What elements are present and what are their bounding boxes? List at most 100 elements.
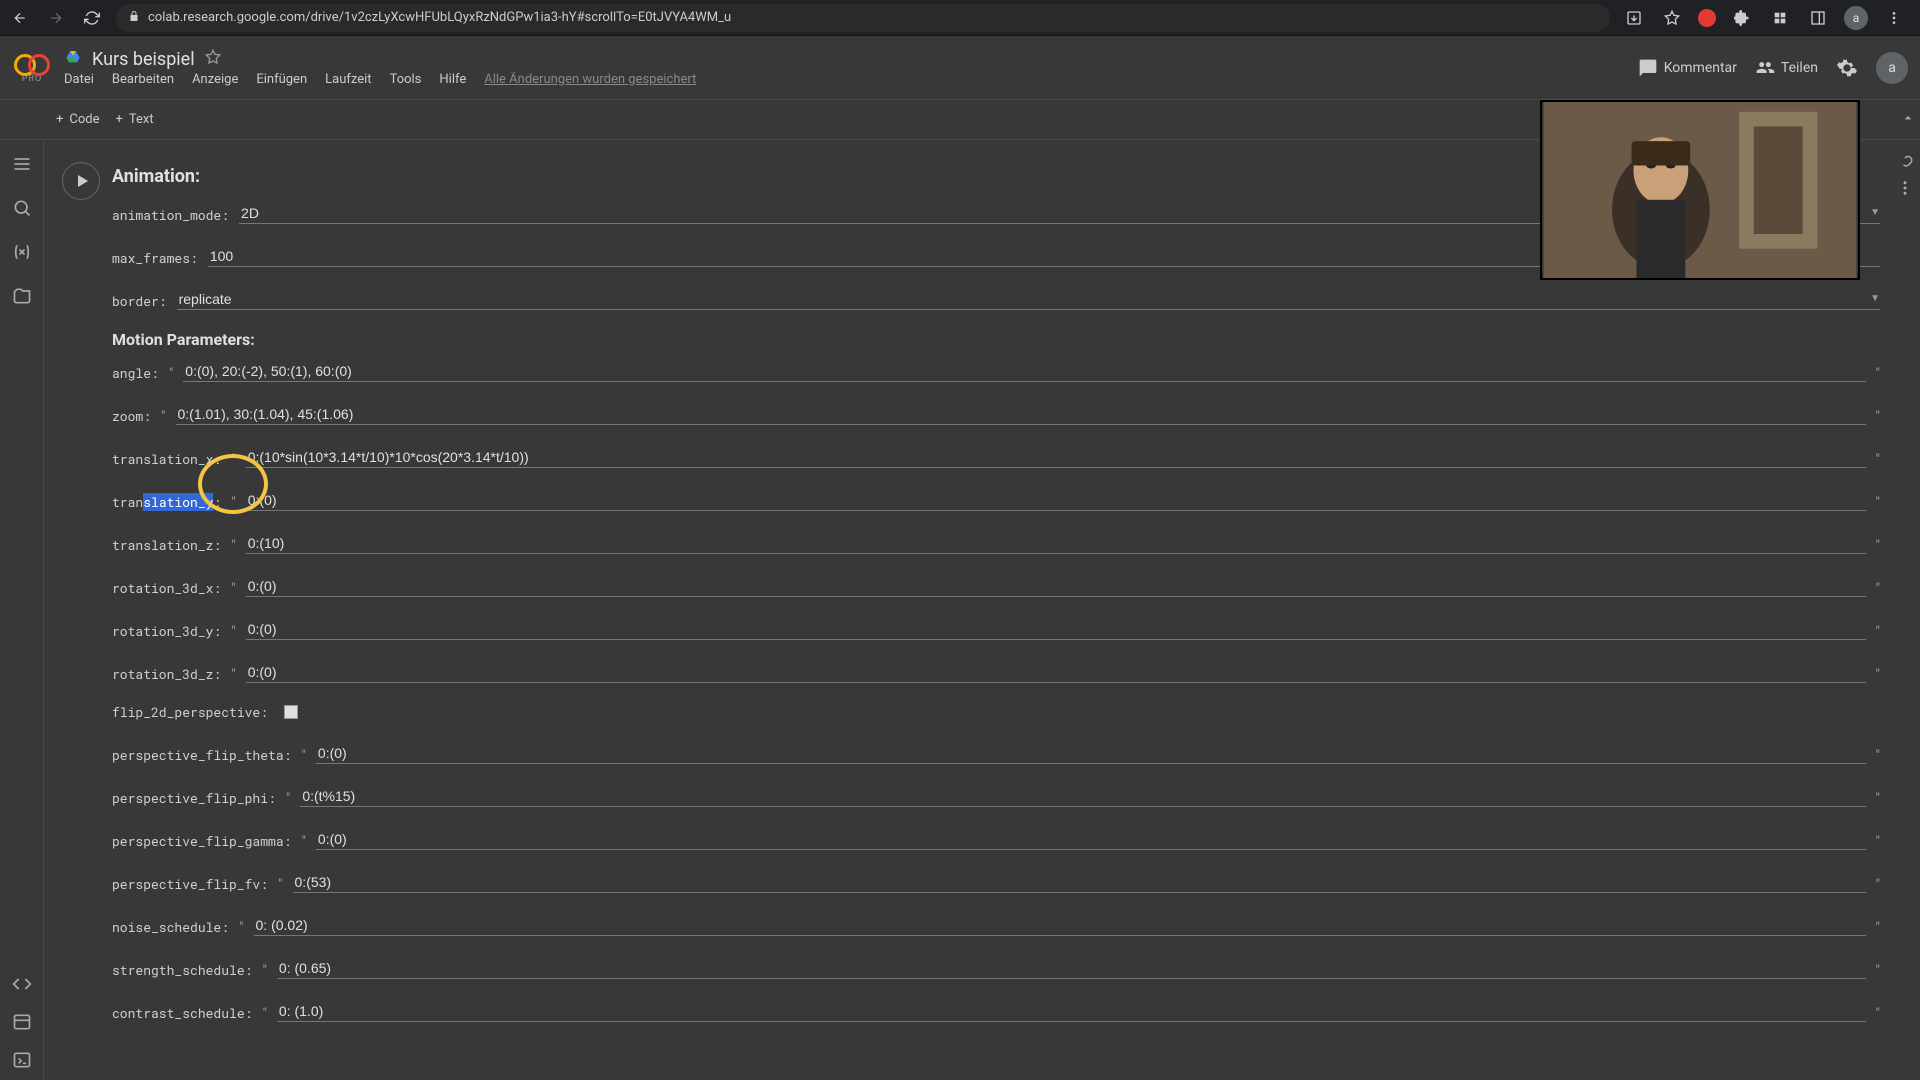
- label: noise_schedule:: [112, 918, 229, 936]
- cell-more-icon[interactable]: [1896, 179, 1914, 197]
- field-border: border: ▼: [112, 287, 1880, 310]
- label: perspective_flip_phi:: [112, 789, 276, 807]
- browser-menu-icon[interactable]: [1768, 6, 1792, 30]
- colab-header: PRO Kurs beispiel Datei Bearbeiten Anzei…: [0, 36, 1920, 100]
- flip-2d-checkbox[interactable]: [284, 705, 298, 719]
- reload-button[interactable]: [80, 6, 104, 30]
- field-perspective-flip-gamma: perspective_flip_gamma: " ": [112, 827, 1880, 850]
- save-status[interactable]: Alle Änderungen wurden gespeichert: [484, 72, 696, 87]
- browser-more-icon[interactable]: [1882, 6, 1906, 30]
- label: perspective_flip_fv:: [112, 875, 268, 893]
- colab-logo[interactable]: PRO: [12, 48, 52, 88]
- label: zoom:: [112, 407, 151, 425]
- variables-icon[interactable]: [12, 242, 32, 262]
- toc-icon[interactable]: [12, 154, 32, 174]
- border-input[interactable]: [177, 287, 1880, 310]
- strength-schedule-input[interactable]: [277, 956, 1866, 979]
- field-translation-z: translation_z: " ": [112, 531, 1880, 554]
- run-button[interactable]: [62, 162, 100, 200]
- url-bar[interactable]: colab.research.google.com/drive/1v2czLyX…: [116, 4, 1610, 32]
- drive-icon: [64, 49, 82, 69]
- left-sidebar: [0, 140, 44, 1080]
- code-snippets-icon[interactable]: [12, 974, 32, 994]
- label: angle:: [112, 364, 159, 382]
- favorite-star-icon[interactable]: [205, 49, 221, 69]
- settings-icon[interactable]: [1836, 57, 1858, 79]
- rotation-3d-y-input[interactable]: [246, 617, 1866, 640]
- document-title[interactable]: Kurs beispiel: [92, 49, 195, 70]
- label: translation_z:: [112, 536, 221, 554]
- lock-icon: [128, 10, 140, 26]
- label: rotation_3d_x:: [112, 579, 221, 597]
- perspective-flip-fv-input[interactable]: [293, 870, 1866, 893]
- user-avatar[interactable]: a: [1876, 52, 1908, 84]
- comment-button[interactable]: Kommentar: [1638, 58, 1737, 78]
- form-cell: Animation: animation_mode: ▼ max_frames:…: [54, 150, 1896, 1050]
- star-icon[interactable]: [1660, 6, 1684, 30]
- files-icon[interactable]: [12, 286, 32, 306]
- add-code-button[interactable]: +Code: [56, 112, 100, 127]
- field-translation-y: translation_y: " ": [112, 488, 1880, 511]
- back-button[interactable]: [8, 6, 32, 30]
- rotation-3d-z-input[interactable]: [246, 660, 1866, 683]
- cell-link-icon[interactable]: [1896, 155, 1914, 173]
- chevron-down-icon[interactable]: ▼: [1870, 293, 1880, 304]
- translation-x-input[interactable]: [246, 445, 1866, 468]
- field-contrast-schedule: contrast_schedule: " ": [112, 999, 1880, 1022]
- field-perspective-flip-fv: perspective_flip_fv: " ": [112, 870, 1880, 893]
- chevron-down-icon[interactable]: ▼: [1870, 207, 1880, 218]
- url-text: colab.research.google.com/drive/1v2czLyX…: [148, 10, 731, 25]
- label: perspective_flip_gamma:: [112, 832, 291, 850]
- label: rotation_3d_y:: [112, 622, 221, 640]
- terminal-icon[interactable]: [12, 1050, 32, 1070]
- field-zoom: zoom: " ": [112, 402, 1880, 425]
- translation-y-input[interactable]: [246, 488, 1866, 511]
- field-translation-x: translation_x: " ": [112, 445, 1880, 468]
- label: max_frames:: [112, 249, 198, 267]
- field-flip-2d-perspective: flip_2d_perspective:: [112, 703, 1880, 721]
- menu-einfuegen[interactable]: Einfügen: [256, 72, 307, 87]
- browser-bar: colab.research.google.com/drive/1v2czLyX…: [0, 0, 1920, 36]
- rotation-3d-x-input[interactable]: [246, 574, 1866, 597]
- menu-bearbeiten[interactable]: Bearbeiten: [112, 72, 174, 87]
- menu-anzeige[interactable]: Anzeige: [192, 72, 238, 87]
- noise-schedule-input[interactable]: [254, 913, 1866, 936]
- perspective-flip-gamma-input[interactable]: [316, 827, 1866, 850]
- angle-input[interactable]: [183, 359, 1865, 382]
- collapse-right-icon[interactable]: [1900, 110, 1916, 130]
- field-rotation-3d-y: rotation_3d_y: " ": [112, 617, 1880, 640]
- contrast-schedule-input[interactable]: [277, 999, 1866, 1022]
- field-rotation-3d-z: rotation_3d_z: " ": [112, 660, 1880, 683]
- field-angle: angle: " ": [112, 359, 1880, 382]
- menu-hilfe[interactable]: Hilfe: [439, 72, 466, 87]
- label: contrast_schedule:: [112, 1004, 252, 1022]
- extensions-menu-icon[interactable]: [1730, 6, 1754, 30]
- field-rotation-3d-x: rotation_3d_x: " ": [112, 574, 1880, 597]
- label: flip_2d_perspective:: [112, 703, 268, 721]
- perspective-flip-theta-input[interactable]: [316, 741, 1866, 764]
- menu-tools[interactable]: Tools: [390, 72, 422, 87]
- field-noise-schedule: noise_schedule: " ": [112, 913, 1880, 936]
- label: strength_schedule:: [112, 961, 252, 979]
- label: animation_mode:: [112, 206, 229, 224]
- forward-button[interactable]: [44, 6, 68, 30]
- perspective-flip-phi-input[interactable]: [300, 784, 1865, 807]
- command-palette-icon[interactable]: [12, 1012, 32, 1032]
- label: perspective_flip_theta:: [112, 746, 291, 764]
- panel-icon[interactable]: [1806, 6, 1830, 30]
- search-icon[interactable]: [12, 198, 32, 218]
- translation-z-input[interactable]: [246, 531, 1866, 554]
- label: translation_x:: [112, 450, 221, 468]
- install-icon[interactable]: [1622, 6, 1646, 30]
- menu-datei[interactable]: Datei: [64, 72, 94, 87]
- label: border:: [112, 292, 167, 310]
- label: rotation_3d_z:: [112, 665, 221, 683]
- share-button[interactable]: Teilen: [1755, 58, 1818, 78]
- add-text-button[interactable]: +Text: [116, 112, 154, 127]
- menubar: Datei Bearbeiten Anzeige Einfügen Laufze…: [64, 72, 1626, 87]
- menu-laufzeit[interactable]: Laufzeit: [325, 72, 371, 87]
- zoom-input[interactable]: [176, 402, 1866, 425]
- extension-icon[interactable]: [1698, 9, 1716, 27]
- browser-avatar[interactable]: a: [1844, 6, 1868, 30]
- motion-heading: Motion Parameters:: [112, 330, 1880, 349]
